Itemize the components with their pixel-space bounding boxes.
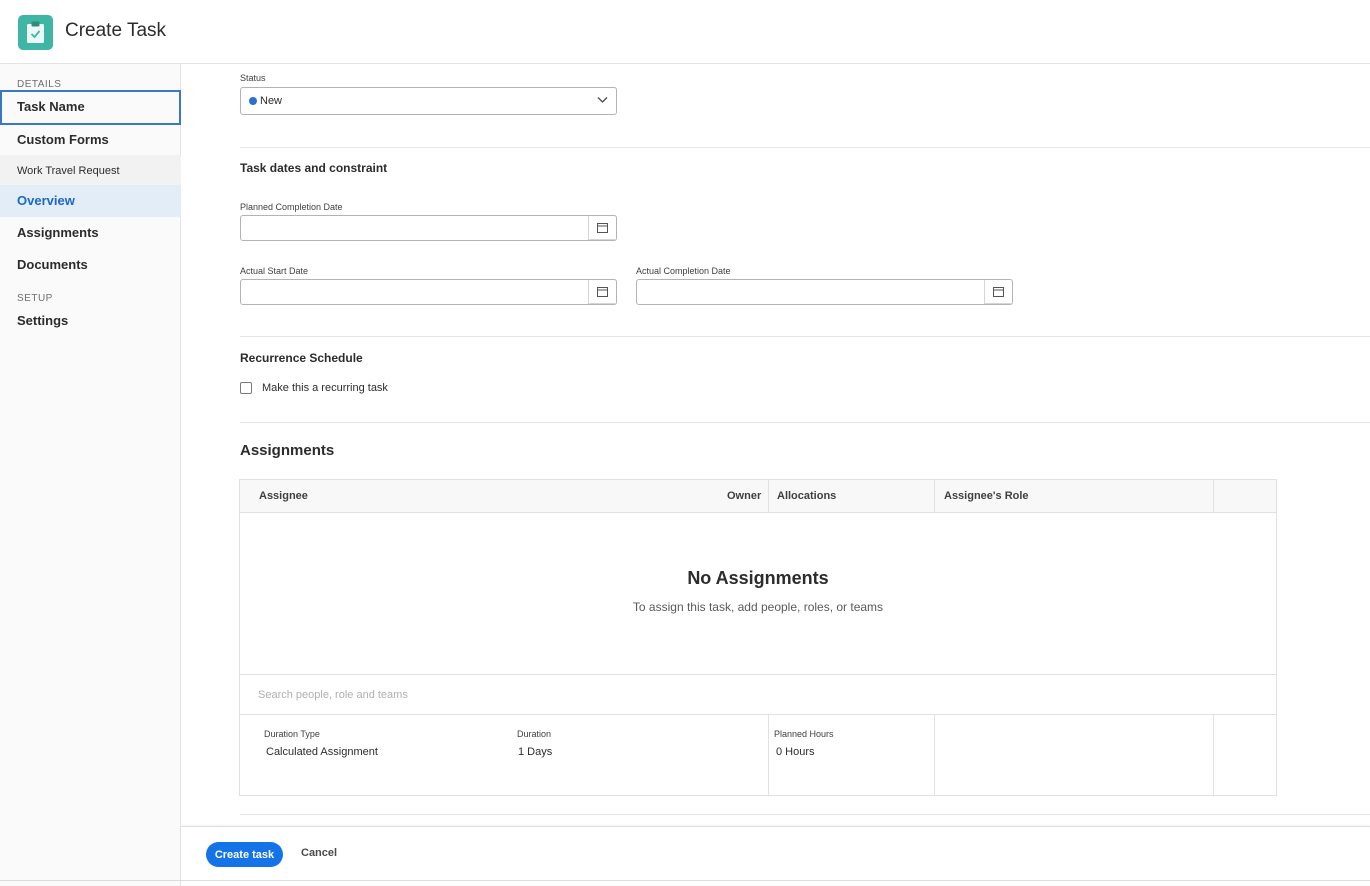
calendar-button[interactable] <box>588 280 616 304</box>
calendar-button[interactable] <box>984 280 1012 304</box>
planned-completion-date-field[interactable] <box>240 215 617 241</box>
assignee-search-row <box>240 674 1276 715</box>
planned-hours-label: Planned Hours <box>774 729 834 739</box>
calendar-icon <box>597 287 608 297</box>
sidebar-item-overview[interactable]: Overview <box>0 185 181 217</box>
calendar-icon <box>597 223 608 233</box>
actual-completion-label: Actual Completion Date <box>636 266 731 276</box>
duration-value[interactable]: 1 Days <box>518 746 552 758</box>
column-divider <box>768 480 769 513</box>
sidebar-nav: DETAILS Task Name Custom Forms Work Trav… <box>0 64 181 886</box>
calendar-button[interactable] <box>588 216 616 240</box>
assignee-search-input[interactable] <box>258 685 858 705</box>
column-header-owner: Owner <box>727 490 762 502</box>
status-value: New <box>260 95 283 107</box>
table-header: Assignee Owner Allocations Assignee's Ro… <box>240 480 1276 513</box>
empty-state-subtitle: To assign this task, add people, roles, … <box>632 600 884 614</box>
sidebar-item-settings[interactable]: Settings <box>0 305 181 337</box>
page-title: Create Task <box>65 20 167 41</box>
sidebar-item-documents[interactable]: Documents <box>0 249 181 281</box>
column-divider <box>1213 715 1214 796</box>
divider <box>240 422 1370 423</box>
planned-hours-value[interactable]: 0 Hours <box>776 746 815 758</box>
divider <box>240 336 1370 337</box>
divider <box>240 814 1370 815</box>
action-bar: Create task Cancel <box>181 826 1370 881</box>
recurring-task-label[interactable]: Make this a recurring task <box>262 382 388 394</box>
column-divider <box>768 715 769 796</box>
actual-start-label: Actual Start Date <box>240 266 309 276</box>
actual-completion-date-field[interactable] <box>636 279 1013 305</box>
column-divider <box>934 715 935 796</box>
status-dot <box>249 97 257 105</box>
assignments-title: Assignments <box>240 442 335 459</box>
assignments-table: Assignee Owner Allocations Assignee's Ro… <box>239 479 1277 796</box>
status-select[interactable]: New <box>240 87 617 115</box>
duration-label: Duration <box>517 729 552 739</box>
column-divider <box>934 480 935 513</box>
sidebar-item-custom-forms[interactable]: Custom Forms <box>0 124 181 156</box>
column-divider <box>1213 480 1214 513</box>
divider <box>240 147 1370 148</box>
column-header-role: Assignee's Role <box>944 490 1029 502</box>
sidebar-item-work-travel-request[interactable]: Work Travel Request <box>0 155 181 187</box>
sidebar-item-task-name[interactable]: Task Name <box>0 90 181 125</box>
status-label: Status <box>240 73 266 83</box>
cancel-button[interactable]: Cancel <box>301 847 337 859</box>
recurrence-title: Recurrence Schedule <box>240 351 363 365</box>
actual-start-date-field[interactable] <box>240 279 617 305</box>
create-task-button[interactable]: Create task <box>206 842 283 867</box>
task-dates-title: Task dates and constraint <box>240 161 388 175</box>
duration-type-value[interactable]: Calculated Assignment <box>266 746 378 758</box>
clipboard-check-icon <box>18 15 53 50</box>
duration-type-label: Duration Type <box>264 729 320 739</box>
page-header: Create Task <box>0 0 1370 64</box>
divider <box>0 880 1370 881</box>
column-header-allocations: Allocations <box>777 490 837 502</box>
calendar-icon <box>993 287 1004 297</box>
sidebar-item-assignments[interactable]: Assignments <box>0 217 181 249</box>
section-label-setup: SETUP <box>17 293 53 304</box>
empty-state-title: No Assignments <box>687 568 829 588</box>
column-header-assignee: Assignee <box>259 490 308 502</box>
recurring-task-checkbox[interactable] <box>240 382 252 394</box>
section-label-details: DETAILS <box>17 79 62 90</box>
main-content: Status New Task dates and constraint Pla… <box>181 64 1370 826</box>
chevron-down-icon <box>597 97 608 103</box>
planned-completion-label: Planned Completion Date <box>240 202 343 212</box>
